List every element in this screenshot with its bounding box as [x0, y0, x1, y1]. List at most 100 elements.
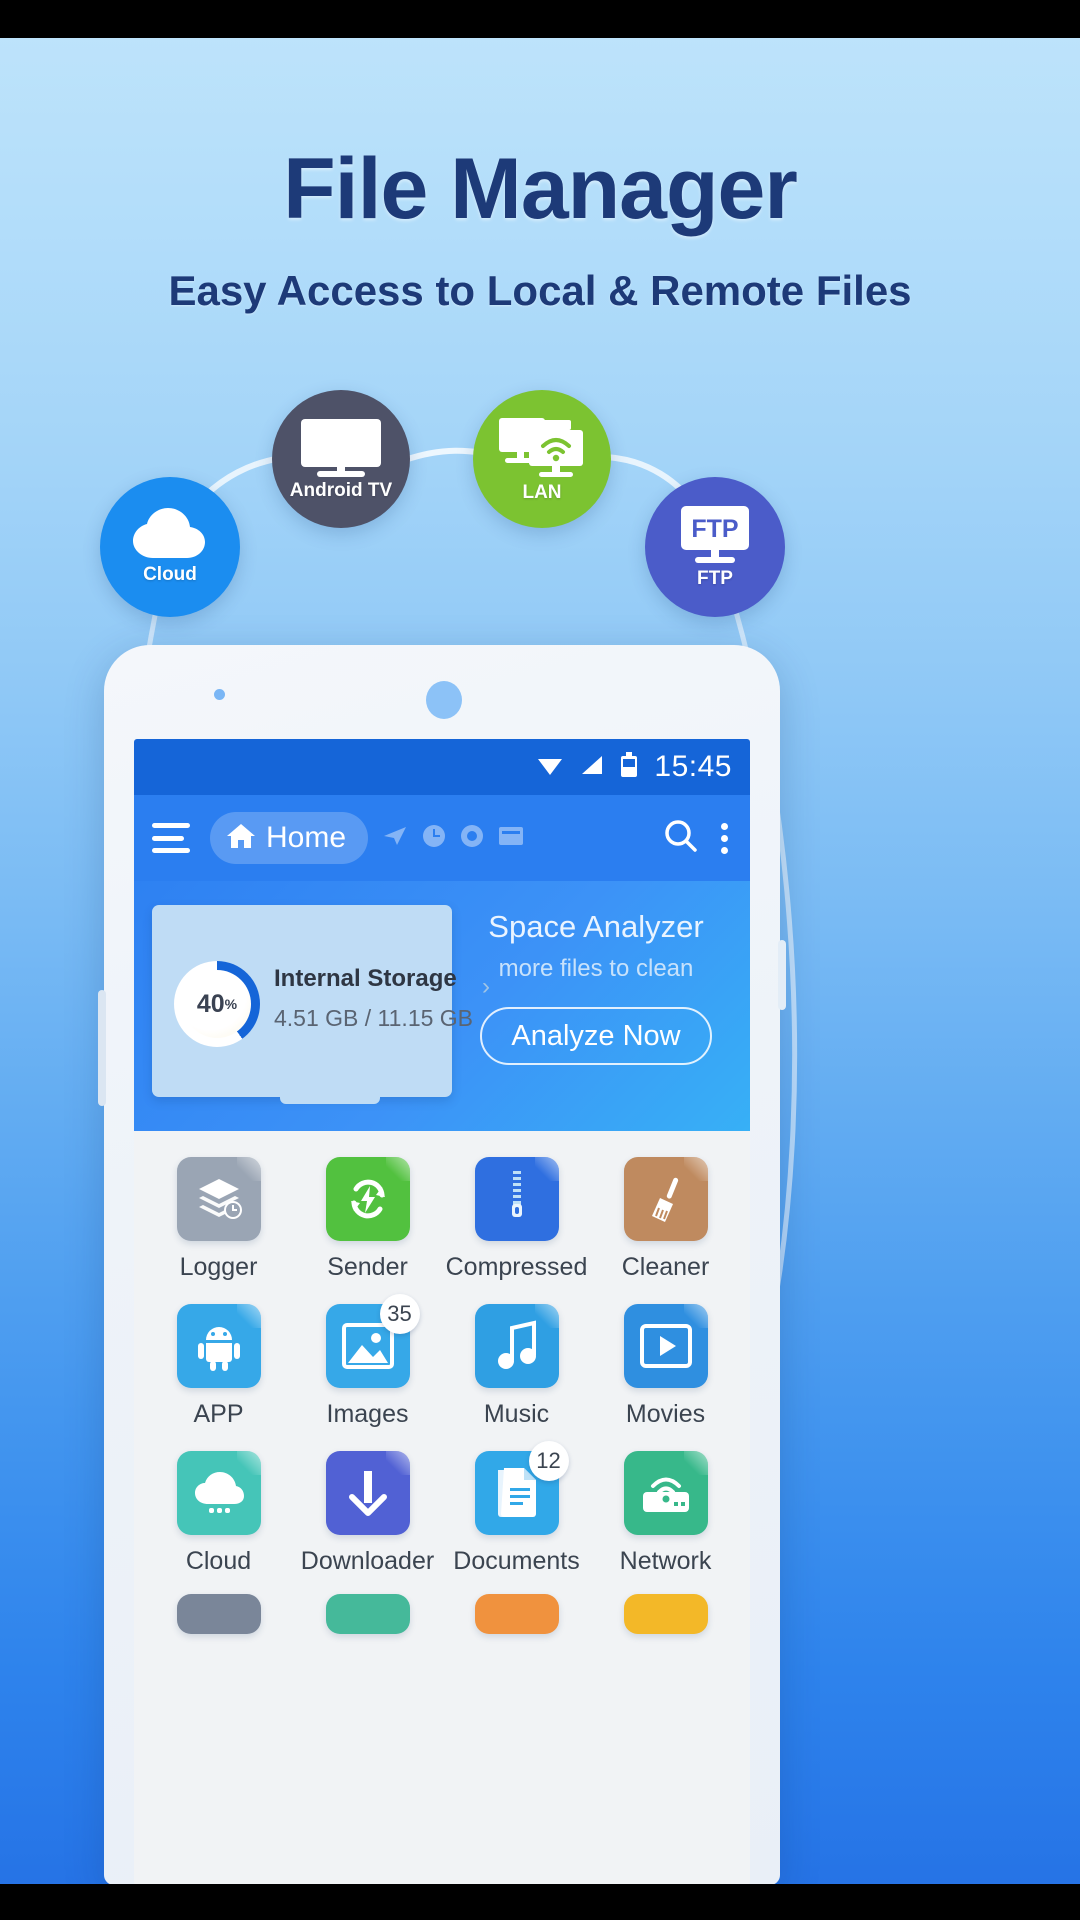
- lan-wifi-icon: [495, 414, 589, 480]
- phone-mockup: 15:45 Home 40 % Internal Storage 4.51 GB…: [98, 645, 786, 1885]
- app-tile: [474, 1594, 559, 1634]
- breadcrumb-home[interactable]: Home: [210, 812, 369, 864]
- grid-item-sender[interactable]: Sender: [293, 1157, 442, 1282]
- grid-item-label: Compressed: [445, 1253, 588, 1281]
- app-tile: [325, 1594, 410, 1634]
- grid-item-label: Sender: [327, 1253, 408, 1281]
- power-button[interactable]: [778, 940, 786, 1010]
- space-analyzer-title: Space Analyzer: [488, 909, 704, 944]
- storage-usage: 4.51 GB / 11.15 GB: [274, 1005, 474, 1031]
- badge-label: LAN: [522, 482, 562, 503]
- more-vertical-icon[interactable]: [721, 822, 728, 854]
- grid-item-label: Images: [326, 1400, 409, 1428]
- page-title: File Manager: [283, 141, 798, 237]
- grid-item-compressed[interactable]: Compressed: [442, 1157, 591, 1282]
- grid-item-music[interactable]: Music: [442, 1304, 591, 1429]
- layers-clock-icon: [176, 1157, 261, 1241]
- app-grid-partial-row: [134, 1576, 750, 1634]
- promo-screenshot: File Manager Easy Access to Local & Remo…: [0, 0, 1080, 1920]
- space-analyzer-subtitle: more files to clean: [498, 955, 694, 982]
- badge-lan[interactable]: LAN: [473, 390, 611, 528]
- storage-donut-chart: 40%: [174, 961, 260, 1047]
- earpiece-speaker: [426, 681, 462, 719]
- grid-item-label: Downloader: [300, 1547, 435, 1575]
- grid-item-partial[interactable]: [442, 1594, 591, 1634]
- clock-icon[interactable]: [422, 824, 446, 853]
- badge-label: FTP: [697, 568, 733, 589]
- grid-item-label: Logger: [179, 1253, 258, 1281]
- grid-item-network[interactable]: Network: [591, 1451, 740, 1576]
- note-icon: [474, 1304, 559, 1388]
- send-icon[interactable]: [382, 824, 408, 853]
- document-icon: 12: [474, 1441, 569, 1535]
- grid-item-cleaner[interactable]: Cleaner: [591, 1157, 740, 1282]
- app-tile: [623, 1594, 708, 1634]
- picture-icon: 35: [325, 1294, 420, 1388]
- hero-header: File Manager Easy Access to Local & Remo…: [0, 140, 1080, 315]
- grid-item-label: Music: [483, 1400, 550, 1428]
- signal-icon: [580, 754, 604, 781]
- arrow-down-icon: [325, 1451, 410, 1535]
- grid-item-label: Documents: [453, 1547, 580, 1575]
- storage-name: Internal Storage: [274, 965, 457, 992]
- tv-icon: [295, 416, 387, 478]
- toolbar-actions: [663, 818, 732, 859]
- grid-item-label: Movies: [625, 1400, 706, 1428]
- grid-item-label: Cleaner: [621, 1253, 710, 1281]
- badge-label: Cloud: [143, 564, 197, 585]
- letterbox-bottom: [0, 1884, 1080, 1920]
- ftp-monitor-icon: FTP: [673, 504, 757, 566]
- phone-top-bezel: [104, 645, 780, 739]
- sync-bolt-icon: [325, 1157, 410, 1241]
- grid-item-movies[interactable]: Movies: [591, 1304, 740, 1429]
- hamburger-icon[interactable]: [152, 823, 190, 853]
- grid-item-app[interactable]: APP: [144, 1304, 293, 1429]
- badge-cloud[interactable]: Cloud: [100, 477, 240, 617]
- badge-android-tv[interactable]: Android TV: [272, 390, 410, 528]
- play-icon: [623, 1304, 708, 1388]
- svg-text:FTP: FTP: [691, 515, 738, 543]
- android-icon: [176, 1304, 261, 1388]
- grid-item-downloader[interactable]: Downloader: [293, 1451, 442, 1576]
- status-bar: 15:45: [134, 739, 750, 795]
- wifi-icon: [536, 754, 564, 781]
- grid-item-partial[interactable]: [144, 1594, 293, 1634]
- grid-item-label: APP: [193, 1400, 244, 1428]
- status-time: 15:45: [654, 750, 732, 783]
- app-toolbar: Home: [134, 795, 750, 881]
- space-analyzer-info: Space Analyzer more files to clean Analy…: [458, 909, 734, 1065]
- battery-icon: [620, 751, 638, 783]
- grid-item-label: Cloud: [185, 1547, 252, 1575]
- badge-ftp[interactable]: FTP FTP: [645, 477, 785, 617]
- grid-item-partial[interactable]: [591, 1594, 740, 1634]
- internal-storage-card[interactable]: 40% Internal Storage 4.51 GB / 11.15 GB …: [152, 905, 490, 1104]
- space-analyzer-section: 40% Internal Storage 4.51 GB / 11.15 GB …: [134, 881, 750, 1131]
- network-wifi-icon: [623, 1451, 708, 1535]
- recent-icon[interactable]: [460, 824, 484, 853]
- item-count-badge: 12: [528, 1441, 569, 1481]
- volume-button[interactable]: [98, 990, 106, 1106]
- search-icon[interactable]: [663, 818, 699, 859]
- window-icon[interactable]: [498, 825, 524, 852]
- grid-item-partial[interactable]: [293, 1594, 442, 1634]
- breadcrumb-faded-icons: [382, 824, 524, 853]
- letterbox-top: [0, 0, 1080, 38]
- storage-percent: 40%: [183, 970, 251, 1038]
- cloud-icon: [129, 508, 211, 562]
- grid-item-label: Network: [619, 1547, 712, 1575]
- front-camera-icon: [214, 689, 225, 700]
- badge-label: Android TV: [289, 480, 393, 501]
- house-icon: [226, 822, 256, 855]
- zip-icon: [474, 1157, 559, 1241]
- breadcrumb-home-label: Home: [266, 821, 347, 854]
- page-subtitle: Easy Access to Local & Remote Files: [168, 267, 912, 314]
- broom-icon: [623, 1157, 708, 1241]
- app-grid: Logger Sender Compressed Cleaner APP 35 …: [134, 1131, 750, 1576]
- grid-item-cloud[interactable]: Cloud: [144, 1451, 293, 1576]
- grid-item-documents[interactable]: 12 Documents: [442, 1441, 591, 1576]
- grid-item-images[interactable]: 35 Images: [293, 1294, 442, 1429]
- item-count-badge: 35: [379, 1294, 420, 1334]
- cloud-dots-icon: [176, 1451, 261, 1535]
- grid-item-logger[interactable]: Logger: [144, 1157, 293, 1282]
- analyze-now-button[interactable]: Analyze Now: [480, 1007, 712, 1065]
